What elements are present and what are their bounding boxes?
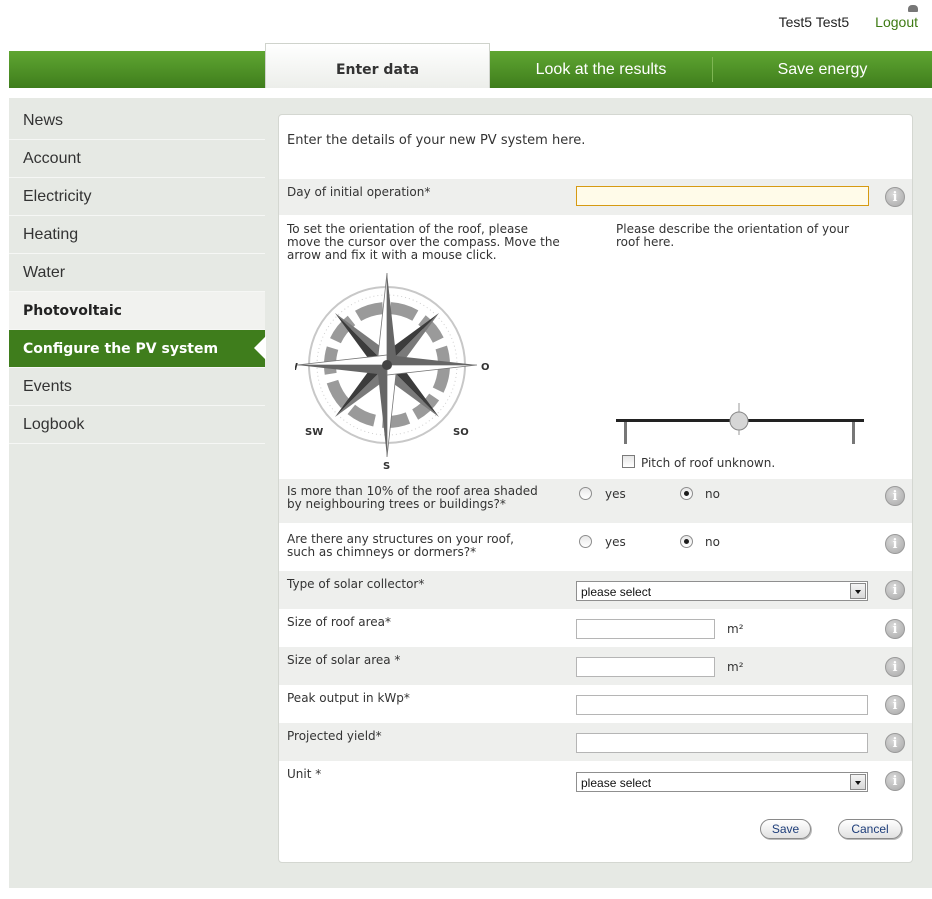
- solar-area-unit: m²: [727, 660, 744, 674]
- compass-help: To set the orientation of the roof, plea…: [287, 223, 560, 262]
- shaded-label-line: by neighbouring trees or buildings?*: [287, 497, 506, 511]
- shaded-yes-label: yes: [605, 487, 626, 501]
- structures-label: Are there any structures on your roof, s…: [287, 533, 514, 559]
- shaded-yes-radio[interactable]: [579, 487, 592, 500]
- peak-output-input[interactable]: [576, 695, 868, 715]
- unit-label: Unit *: [287, 767, 322, 781]
- compass-label-s: S: [383, 461, 390, 471]
- info-icon[interactable]: i: [885, 187, 905, 207]
- logout-icon: [908, 5, 918, 12]
- sidebar-item-logbook[interactable]: Logbook: [9, 406, 265, 444]
- shaded-no-label: no: [705, 487, 720, 501]
- roof-area-input[interactable]: [576, 619, 715, 639]
- chevron-down-icon[interactable]: [850, 774, 866, 790]
- sidebar-item-news[interactable]: News: [9, 102, 265, 140]
- collector-select-value: please select: [581, 585, 652, 599]
- user-name: Test5 Test5: [778, 14, 850, 30]
- sidebar-item-label: Logbook: [23, 415, 85, 433]
- cancel-button[interactable]: Cancel: [838, 819, 902, 839]
- info-icon[interactable]: i: [885, 771, 905, 791]
- structures-no-radio[interactable]: [680, 535, 693, 548]
- sidebar-item-label: News: [23, 111, 64, 129]
- structures-yes-label: yes: [605, 535, 626, 549]
- logout-link[interactable]: Logout: [875, 5, 918, 30]
- compass-help-line: arrow and fix it with a mouse click.: [287, 248, 497, 262]
- sidebar-item-label: Heating: [23, 225, 79, 243]
- solar-area-input[interactable]: [576, 657, 715, 677]
- user-bar: Test5 Test5 Logout: [778, 5, 918, 30]
- orientation-help-line: roof here.: [616, 235, 675, 249]
- chevron-down-icon[interactable]: [850, 583, 866, 599]
- tab-save-energy[interactable]: Save energy: [713, 51, 932, 88]
- unit-select[interactable]: please select: [576, 772, 868, 792]
- solar-area-row: Size of solar area * m² i: [279, 647, 912, 685]
- day-label: Day of initial operation*: [287, 185, 431, 199]
- sidebar-item-water[interactable]: Water: [9, 254, 265, 292]
- orientation-row: To set the orientation of the roof, plea…: [279, 215, 912, 477]
- peak-output-label: Peak output in kWp*: [287, 691, 410, 705]
- tab-look-at-results-label: Look at the results: [535, 60, 667, 78]
- projected-yield-row: Projected yield* i: [279, 723, 912, 761]
- tab-look-at-results[interactable]: Look at the results: [490, 51, 712, 88]
- compass-label-w: W: [295, 362, 298, 373]
- shaded-label: Is more than 10% of the roof area shaded…: [287, 485, 538, 511]
- day-input[interactable]: [576, 186, 869, 206]
- roof-area-label: Size of roof area*: [287, 615, 391, 629]
- day-row: Day of initial operation* i: [279, 179, 912, 215]
- pitch-unknown-checkbox[interactable]: [622, 455, 635, 468]
- sidebar-item-photovoltaic[interactable]: Photovoltaic: [9, 292, 265, 330]
- orientation-help: Please describe the orientation of your …: [616, 223, 849, 249]
- unit-select-value: please select: [581, 776, 652, 790]
- compass-label-so: SO: [453, 427, 469, 438]
- projected-yield-label: Projected yield*: [287, 729, 382, 743]
- collector-select[interactable]: please select: [576, 581, 868, 601]
- projected-yield-input[interactable]: [576, 733, 868, 753]
- roof-pitch-slider[interactable]: [614, 401, 866, 451]
- sidebar-item-label: Electricity: [23, 187, 92, 205]
- shaded-row: Is more than 10% of the roof area shaded…: [279, 479, 912, 523]
- main-nav: Enter data Look at the results Save ener…: [9, 43, 932, 88]
- sidebar-item-heating[interactable]: Heating: [9, 216, 265, 254]
- tab-save-energy-label: Save energy: [777, 60, 868, 78]
- shaded-no-radio[interactable]: [680, 487, 693, 500]
- sidebar-item-events[interactable]: Events: [9, 368, 265, 406]
- structures-label-line: such as chimneys or dormers?*: [287, 545, 477, 559]
- info-icon[interactable]: i: [885, 695, 905, 715]
- roof-area-unit: m²: [727, 622, 744, 636]
- tab-enter-data-label: Enter data: [335, 62, 420, 78]
- info-icon[interactable]: i: [885, 733, 905, 753]
- sidebar-item-configure-pv[interactable]: Configure the PV system: [9, 330, 266, 368]
- form-intro: Enter the details of your new PV system …: [287, 133, 586, 148]
- sidebar-item-label: Events: [23, 377, 72, 395]
- info-icon[interactable]: i: [885, 657, 905, 677]
- save-button[interactable]: Save: [760, 819, 811, 839]
- sidebar-item-electricity[interactable]: Electricity: [9, 178, 265, 216]
- compass-rose-icon[interactable]: W O SW SO S: [295, 273, 495, 471]
- info-icon[interactable]: i: [885, 534, 905, 554]
- pitch-unknown-label: Pitch of roof unknown.: [641, 456, 776, 470]
- sidebar-item-label: Account: [23, 149, 81, 167]
- tab-enter-data[interactable]: Enter data: [265, 43, 490, 88]
- sidebar-item-label: Configure the PV system: [23, 340, 219, 357]
- structures-yes-radio[interactable]: [579, 535, 592, 548]
- sidebar-item-label: Photovoltaic: [23, 302, 122, 319]
- info-icon[interactable]: i: [885, 619, 905, 639]
- structures-row: Are there any structures on your roof, s…: [279, 525, 912, 569]
- structures-no-label: no: [705, 535, 720, 549]
- solar-area-label: Size of solar area *: [287, 653, 401, 667]
- info-icon[interactable]: i: [885, 486, 905, 506]
- pv-form-panel: Enter the details of your new PV system …: [278, 114, 913, 863]
- logout-label: Logout: [875, 14, 918, 30]
- roof-area-row: Size of roof area* m² i: [279, 609, 912, 647]
- sidebar-item-account[interactable]: Account: [9, 140, 265, 178]
- compass-label-sw: SW: [305, 427, 323, 438]
- collector-row: Type of solar collector* please select i: [279, 571, 912, 609]
- sidebar-item-label: Water: [23, 263, 66, 281]
- unit-row: Unit * please select i: [279, 761, 912, 799]
- sidebar: News Account Electricity Heating Water P…: [9, 102, 266, 444]
- collector-label: Type of solar collector*: [287, 577, 425, 591]
- compass-label-o: O: [481, 362, 490, 373]
- info-icon[interactable]: i: [885, 580, 905, 600]
- peak-output-row: Peak output in kWp* i: [279, 685, 912, 723]
